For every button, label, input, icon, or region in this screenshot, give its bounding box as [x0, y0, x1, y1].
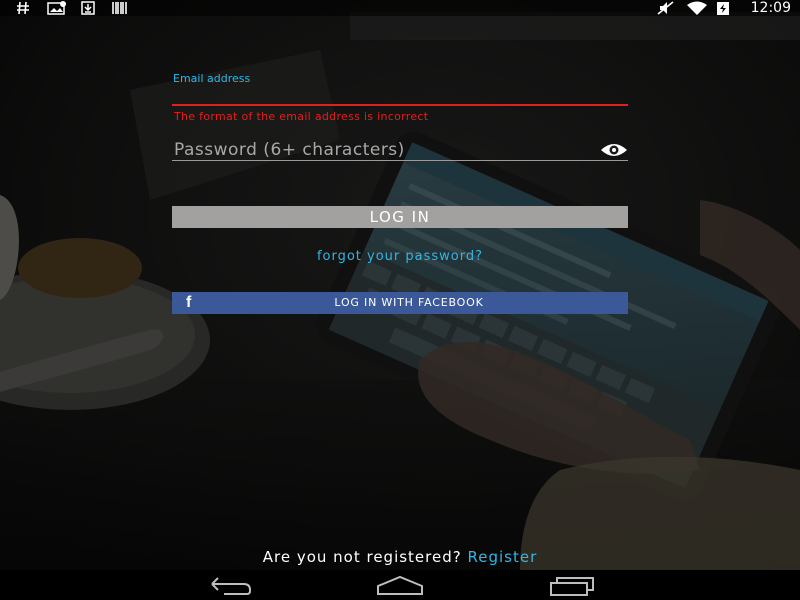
- register-prompt-text: Are you not registered?: [262, 548, 462, 566]
- login-screen: 12:09 Email address The format of the em…: [0, 0, 800, 600]
- email-label: Email address: [173, 72, 251, 85]
- login-button[interactable]: LOG IN: [172, 206, 628, 228]
- facebook-login-button[interactable]: f LOG IN WITH FACEBOOK: [172, 292, 628, 314]
- status-bar: 12:09: [0, 0, 800, 16]
- back-icon[interactable]: [204, 574, 254, 596]
- mute-icon: [657, 1, 674, 15]
- image-notification-icon: [47, 1, 66, 15]
- eye-icon[interactable]: [600, 142, 628, 158]
- email-error-message: The format of the email address is incor…: [174, 110, 429, 123]
- battery-charging-icon: [717, 2, 729, 15]
- wifi-icon: [687, 1, 707, 15]
- clock: 12:09: [750, 0, 791, 16]
- email-field[interactable]: [172, 86, 628, 106]
- facebook-login-label: LOG IN WITH FACEBOOK: [334, 296, 484, 309]
- recents-icon[interactable]: [548, 574, 598, 596]
- register-prompt: Are you not registered? Register: [0, 548, 800, 566]
- hash-icon: [17, 1, 29, 15]
- download-icon: [81, 1, 95, 15]
- navigation-bar: [0, 570, 800, 600]
- password-field[interactable]: [172, 139, 628, 161]
- home-icon[interactable]: [375, 574, 425, 596]
- forgot-password-link[interactable]: forgot your password?: [172, 249, 628, 264]
- register-link[interactable]: Register: [468, 548, 538, 566]
- barcode-icon: [112, 2, 127, 14]
